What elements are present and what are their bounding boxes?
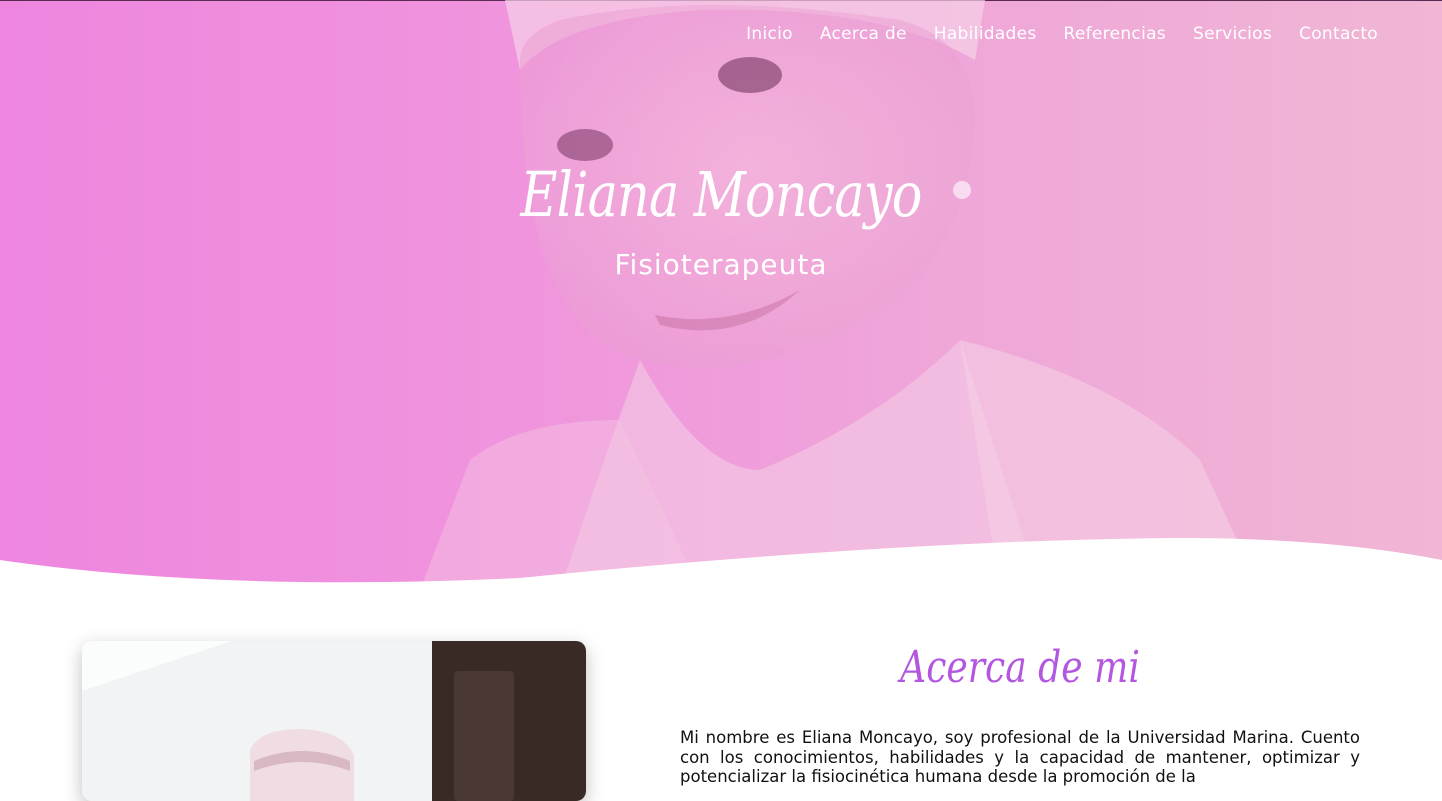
hero-name: Eliana Moncayo (520, 158, 922, 231)
nav-link-inicio[interactable]: Inicio (746, 24, 793, 44)
nav-link-acerca-de[interactable]: Acerca de (820, 24, 907, 44)
hero-background-photo (420, 0, 1260, 590)
about-profile-photo (82, 641, 586, 801)
profile-photo-image (82, 641, 586, 801)
nav-link-servicios[interactable]: Servicios (1193, 24, 1272, 44)
wave-divider (0, 538, 1442, 590)
nav-link-contacto[interactable]: Contacto (1299, 24, 1378, 44)
nav-link-referencias[interactable]: Referencias (1064, 24, 1166, 44)
about-heading: Acerca de mi (900, 642, 1140, 693)
hero-profession: Fisioterapeuta (614, 248, 828, 281)
main-nav: Inicio Acerca de Habilidades Referencias… (746, 24, 1378, 44)
hero-section: Inicio Acerca de Habilidades Referencias… (0, 0, 1442, 590)
nav-link-habilidades[interactable]: Habilidades (934, 24, 1037, 44)
about-paragraph: Mi nombre es Eliana Moncayo, soy profesi… (680, 728, 1360, 786)
